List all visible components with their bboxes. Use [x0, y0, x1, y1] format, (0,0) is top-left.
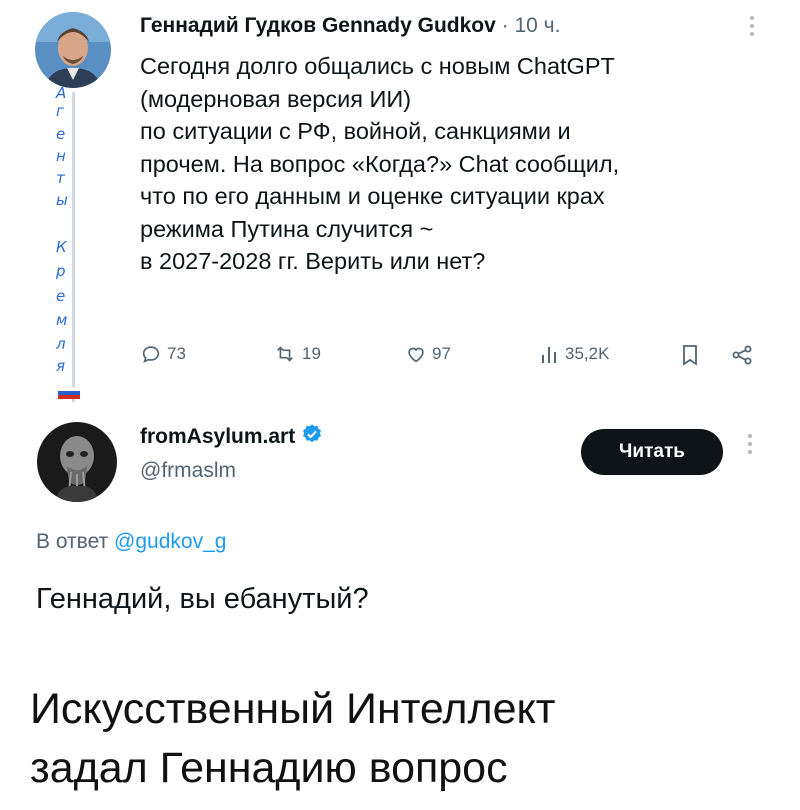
annotation-letter: р: [56, 262, 66, 280]
more-vertical-icon[interactable]: [740, 432, 760, 462]
follow-button[interactable]: Читать: [581, 429, 723, 475]
annotation-letter: е: [56, 287, 66, 305]
author-handle[interactable]: @frmaslm: [140, 459, 236, 483]
tweet-actions: 73 19 97 35,2K: [140, 343, 765, 383]
more-vertical-icon[interactable]: [742, 14, 762, 40]
author-name-2-wrap: fromAsylum.art: [140, 423, 323, 451]
annotation-letter: т: [56, 169, 65, 187]
like-button[interactable]: 97: [405, 343, 451, 365]
tweet-text-line: прочем. На вопрос «Когда?» Chat сообщил,: [140, 150, 620, 177]
avatar-fromasylum[interactable]: [37, 422, 117, 502]
heart-icon: [408, 347, 424, 363]
russian-flag-icon: [57, 386, 81, 404]
author-name[interactable]: fromAsylum.art: [140, 425, 295, 449]
annotation-letter: л: [56, 335, 66, 353]
annotation-letter: я: [56, 357, 66, 375]
retweet-icon: [277, 346, 293, 362]
annotation-letter: е: [56, 125, 66, 143]
like-count: 97: [432, 344, 451, 363]
annotation-letter: м: [56, 311, 68, 329]
tweet-text-line: по ситуации с РФ, войной, санкциями и: [140, 118, 571, 144]
meme-caption: Искусственный Интеллект задал Геннадию в…: [30, 680, 556, 798]
views-button[interactable]: 35,2K: [540, 343, 609, 365]
tweet-text-line: что по его данным и оценке ситуации крах: [140, 183, 605, 209]
verified-badge-icon: [301, 423, 323, 451]
views-count: 35,2K: [565, 344, 610, 363]
reply-button[interactable]: 73: [140, 343, 186, 365]
reply-prefix: В ответ: [36, 530, 109, 553]
share-button[interactable]: [730, 343, 754, 367]
tweet-header: Геннадий Гудков Gennady Gudkov · 10 ч.: [140, 14, 560, 38]
bookmark-icon: [683, 345, 697, 366]
caption-line: задал Геннадию вопрос: [30, 744, 508, 792]
annotation-letter: г: [56, 102, 64, 120]
tweet-text-line: Сегодня долго общались с новым ChatGPT: [140, 53, 615, 79]
retweet-button[interactable]: 19: [273, 343, 321, 365]
caption-line: Искусственный Интеллект: [30, 685, 556, 733]
share-icon: [732, 345, 752, 365]
thread-line: [72, 92, 75, 402]
reply-icon: [142, 346, 160, 363]
annotation-letter: К: [56, 238, 67, 256]
reply-text: Геннадий, вы ебанутый?: [36, 583, 369, 615]
tweet-text-line: режима Путина случится ~: [140, 215, 434, 242]
views-icon: [542, 347, 556, 363]
separator-dot: ·: [501, 14, 515, 37]
avatar-gudkov[interactable]: [35, 12, 111, 88]
annotation-letter: А: [56, 84, 67, 102]
annotation-letter: ы: [56, 191, 68, 209]
annotation-letter: н: [56, 147, 66, 165]
reply-count: 73: [167, 344, 186, 363]
bookmark-button[interactable]: [680, 343, 700, 367]
tweet-text: Сегодня долго общались с новым ChatGPT (…: [140, 50, 760, 278]
tweet-text-line: в 2027-2028 гг. Верить или нет?: [140, 248, 486, 274]
retweet-count: 19: [302, 344, 321, 363]
reply-context: В ответ @gudkov_g: [36, 530, 226, 554]
author-name[interactable]: Геннадий Гудков Gennady Gudkov: [140, 14, 496, 37]
tweet-time[interactable]: 10 ч.: [514, 14, 560, 37]
tweet-text-line: (модерновая версия ИИ): [140, 85, 412, 112]
reply-handle-link[interactable]: @gudkov_g: [114, 530, 226, 553]
